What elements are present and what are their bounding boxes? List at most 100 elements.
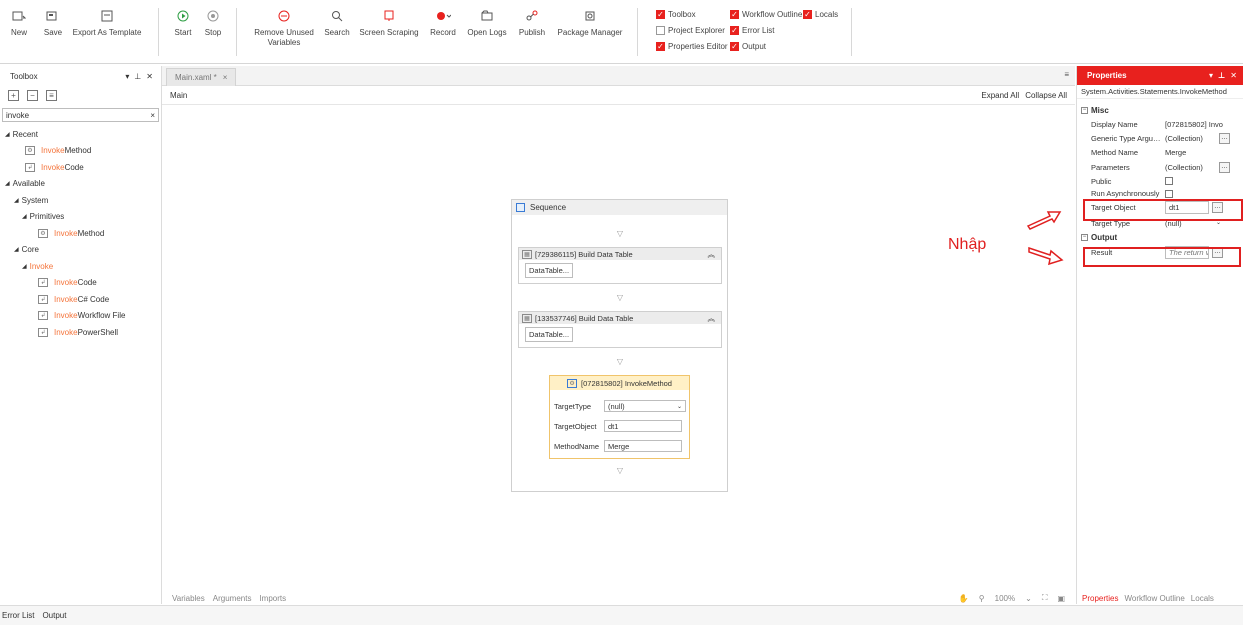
drop-target-arrow-icon[interactable]: ▽ bbox=[615, 294, 625, 302]
pan-hand-icon[interactable]: ✋ bbox=[959, 594, 969, 603]
category-output[interactable]: − Output bbox=[1077, 231, 1243, 244]
collapse-chevron-icon[interactable]: ︽ bbox=[708, 249, 716, 260]
workflow-outline-panel-toggle[interactable]: ✓ Workflow Outline bbox=[730, 10, 802, 19]
property-row-generic-type-arguments[interactable]: Generic Type Argume... (Collection) … bbox=[1077, 131, 1243, 145]
category-misc[interactable]: − Misc bbox=[1077, 104, 1243, 117]
tab-arguments[interactable]: Arguments bbox=[213, 594, 252, 603]
collapse-all-icon[interactable]: − bbox=[27, 90, 38, 101]
invoke-method-activity[interactable]: ⚙ [072815802] InvokeMethod TargetType (n… bbox=[549, 375, 690, 459]
open-logs-button[interactable]: Open Logs bbox=[467, 6, 507, 38]
ellipsis-button[interactable]: … bbox=[1219, 132, 1230, 144]
invoke-method-icon: ⚙ bbox=[567, 378, 578, 388]
tab-locals[interactable]: Locals bbox=[1191, 594, 1214, 603]
highlight-box-result bbox=[1083, 247, 1241, 267]
tab-error-list[interactable]: Error List bbox=[2, 611, 34, 620]
tree-item-invoke-powershell[interactable]: ↲ Invoke PowerShell bbox=[0, 324, 161, 341]
chevron-down-icon: ⌄ bbox=[676, 403, 682, 410]
close-icon[interactable]: ✕ bbox=[146, 72, 153, 81]
properties-editor-panel-toggle[interactable]: ✓ Properties Editor bbox=[656, 42, 728, 51]
overview-map-icon[interactable]: ▣ bbox=[1057, 594, 1065, 603]
tree-item-invoke-code[interactable]: ↲ Invoke Code bbox=[0, 159, 161, 176]
record-button[interactable]: Record bbox=[428, 6, 458, 38]
build-data-table-activity[interactable]: ▦ [133537746] Build Data Table ︽ DataTabl… bbox=[518, 311, 722, 348]
search-button[interactable]: Search bbox=[323, 6, 351, 38]
invoke-method-icon: ⚙ bbox=[25, 146, 35, 156]
export-template-button[interactable]: Export As Template bbox=[72, 6, 142, 38]
start-button[interactable]: Start bbox=[171, 6, 195, 38]
collapse-triangle-icon: ◢ bbox=[5, 181, 10, 188]
properties-panel: Properties ▾ ⊥ ✕ System.Activities.State… bbox=[1076, 66, 1243, 604]
tab-imports[interactable]: Imports bbox=[259, 594, 286, 603]
display-name-value[interactable]: [072815802] Invo bbox=[1165, 120, 1235, 129]
tree-item-invoke-method[interactable]: ⚙ Invoke Method bbox=[0, 225, 161, 242]
tab-workflow-outline[interactable]: Workflow Outline bbox=[1124, 594, 1184, 603]
package-manager-button[interactable]: Package Manager bbox=[557, 6, 623, 38]
drop-target-arrow-icon[interactable]: ▽ bbox=[615, 230, 625, 238]
sequence-activity[interactable]: Sequence ▽ ▦ [729386115] Build Data Table… bbox=[511, 199, 728, 492]
zoom-dropdown-icon[interactable]: ⌄ bbox=[1025, 594, 1032, 603]
collapse-chevron-icon[interactable]: ︽ bbox=[708, 313, 716, 324]
clear-search-icon[interactable]: × bbox=[150, 111, 155, 120]
tab-main-xaml[interactable]: Main.xaml * × bbox=[166, 68, 237, 86]
target-type-select[interactable]: (null) ⌄ bbox=[604, 400, 686, 412]
invoke-powershell-icon: ↲ bbox=[38, 327, 48, 337]
tree-node-invoke[interactable]: ◢ Invoke bbox=[0, 258, 161, 275]
datatable-button[interactable]: DataTable... bbox=[525, 263, 574, 278]
tree-node-primitives[interactable]: ◢ Primitives bbox=[0, 209, 161, 226]
build-data-table-activity[interactable]: ▦ [729386115] Build Data Table ︽ DataTabl… bbox=[518, 247, 722, 284]
tree-item-invoke-workflow-file[interactable]: ↲ Invoke Workflow File bbox=[0, 308, 161, 325]
tab-variables[interactable]: Variables bbox=[172, 594, 205, 603]
ellipsis-button[interactable]: … bbox=[1219, 161, 1230, 173]
method-name-value[interactable]: Merge bbox=[1165, 148, 1219, 157]
fit-to-screen-icon[interactable]: ⛶ bbox=[1042, 593, 1048, 603]
expand-all-link[interactable]: Expand All bbox=[981, 91, 1019, 100]
drop-target-arrow-icon[interactable]: ▽ bbox=[615, 467, 625, 475]
property-row-display-name[interactable]: Display Name [072815802] Invo bbox=[1077, 117, 1243, 131]
property-row-parameters[interactable]: Parameters (Collection) … bbox=[1077, 160, 1243, 174]
property-row-public[interactable]: Public bbox=[1077, 174, 1243, 188]
tab-overflow-icon[interactable]: ≡ bbox=[1064, 70, 1069, 79]
close-icon[interactable]: ✕ bbox=[1230, 71, 1237, 80]
target-object-input[interactable]: dt1 bbox=[604, 420, 682, 432]
list-view-icon[interactable]: ≡ bbox=[46, 90, 57, 101]
drop-target-arrow-icon[interactable]: ▽ bbox=[615, 358, 625, 366]
error-list-panel-toggle[interactable]: ✓ Error List bbox=[730, 26, 774, 35]
public-checkbox[interactable] bbox=[1165, 177, 1173, 186]
open-logs-label: Open Logs bbox=[467, 28, 507, 37]
method-name-input[interactable]: Merge bbox=[604, 440, 682, 452]
locals-panel-toggle[interactable]: ✓ Locals bbox=[803, 10, 838, 19]
output-panel-toggle[interactable]: ✓ Output bbox=[730, 42, 766, 51]
expand-all-icon[interactable]: + bbox=[8, 90, 19, 101]
properties-header: Properties ▾ ⊥ ✕ bbox=[1077, 66, 1243, 85]
tree-node-available[interactable]: ◢ Available bbox=[0, 176, 161, 193]
pin-icon[interactable]: ⊥ bbox=[134, 72, 141, 81]
property-row-run-asynchronously[interactable]: Run Asynchronously bbox=[1077, 188, 1243, 199]
tab-properties[interactable]: Properties bbox=[1082, 594, 1118, 603]
tree-node-system[interactable]: ◢ System bbox=[0, 192, 161, 209]
toolbox-search-input[interactable]: invoke × bbox=[2, 108, 159, 122]
collapse-all-link[interactable]: Collapse All bbox=[1025, 91, 1067, 100]
dropdown-icon[interactable]: ▾ bbox=[1209, 71, 1213, 80]
run-async-checkbox[interactable] bbox=[1165, 189, 1173, 198]
dropdown-icon[interactable]: ▾ bbox=[125, 72, 129, 81]
property-row-method-name[interactable]: Method Name Merge bbox=[1077, 146, 1243, 160]
publish-button[interactable]: Publish bbox=[516, 6, 548, 38]
save-button[interactable]: Save bbox=[42, 6, 64, 38]
tab-output[interactable]: Output bbox=[42, 611, 66, 620]
pin-icon[interactable]: ⊥ bbox=[1218, 71, 1225, 80]
tree-node-core[interactable]: ◢ Core bbox=[0, 242, 161, 259]
screen-scraping-button[interactable]: Screen Scraping bbox=[359, 6, 419, 38]
datatable-button[interactable]: DataTable... bbox=[525, 327, 574, 342]
project-explorer-panel-toggle[interactable]: Project Explorer bbox=[656, 26, 725, 35]
tree-item-invoke-code[interactable]: ↲ Invoke Code bbox=[0, 275, 161, 292]
toolbox-panel-toggle[interactable]: ✓ Toolbox bbox=[656, 10, 696, 19]
close-tab-icon[interactable]: × bbox=[223, 73, 228, 82]
new-button[interactable]: New bbox=[8, 6, 30, 38]
tree-node-recent[interactable]: ◢ Recent bbox=[0, 126, 161, 143]
tree-item-invoke-method[interactable]: ⚙ Invoke Method bbox=[0, 143, 161, 160]
tree-item-invoke-csharp-code[interactable]: ↲ Invoke C# Code bbox=[0, 291, 161, 308]
stop-button[interactable]: Stop bbox=[201, 6, 225, 38]
breadcrumb[interactable]: Main bbox=[170, 91, 187, 100]
remove-unused-variables-button[interactable]: Remove Unused Variables bbox=[254, 6, 314, 48]
zoom-search-icon[interactable]: ⚲ bbox=[979, 594, 985, 603]
